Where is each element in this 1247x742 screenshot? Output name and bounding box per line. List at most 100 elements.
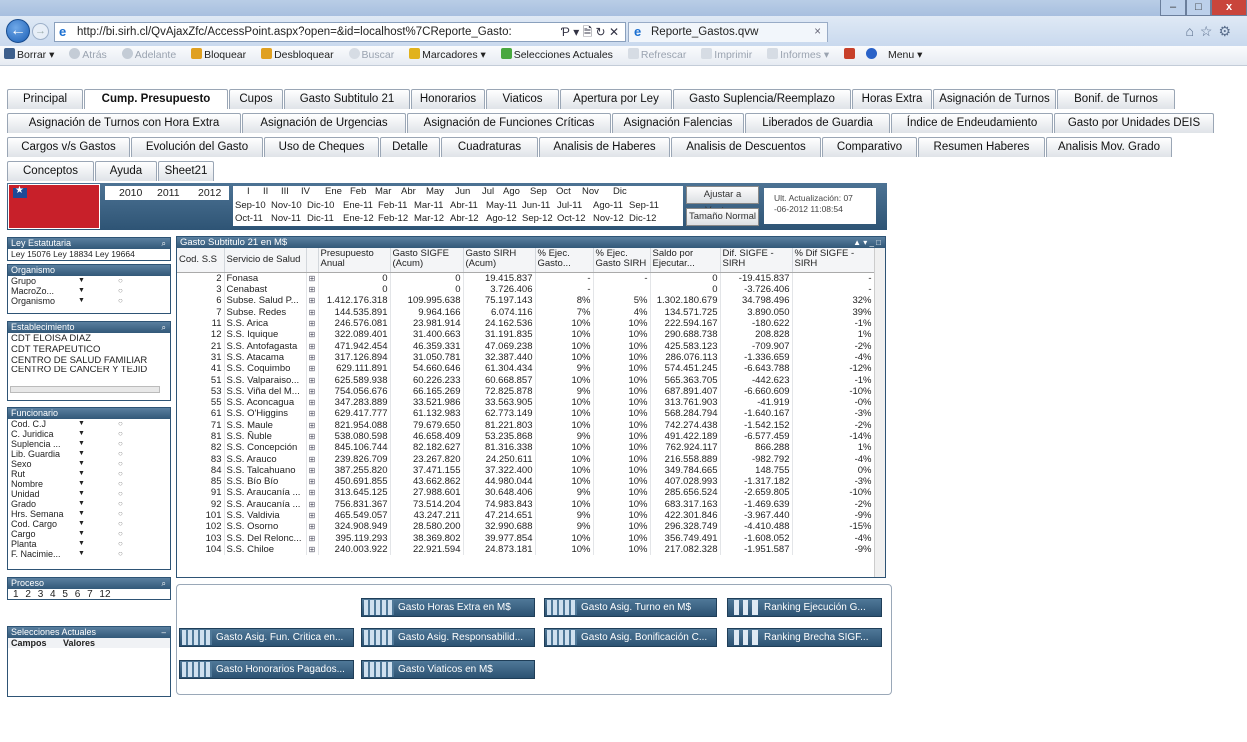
table-cell[interactable]: Subse. Redes	[224, 306, 307, 318]
col-dif[interactable]: Dif. SIGFE - SIRH	[720, 248, 793, 273]
expand-icon[interactable]: ⊞	[306, 329, 319, 341]
expand-icon[interactable]: ⊞	[306, 317, 319, 330]
ranking-brecha-button[interactable]: Ranking Brecha SIGF...	[727, 628, 882, 647]
tab-sheet21[interactable]: Sheet21	[158, 161, 214, 181]
expand-icon[interactable]: ⊞	[306, 476, 319, 488]
table-cell[interactable]: S.S. Iquique	[224, 329, 307, 341]
year-selector[interactable]: 2010 2011 2012	[105, 186, 229, 200]
table-cell[interactable]: S.S. Valdivia	[224, 509, 307, 522]
expand-icon[interactable]: ⊞	[306, 442, 319, 454]
tab-resumen-haberes[interactable]: Resumen Haberes	[918, 137, 1045, 157]
table-row[interactable]: 84 S.S. Talcahuano ⊞ 387.255.820 37.471.155 3…	[177, 464, 875, 477]
borrar-button[interactable]: Borrar ▾	[4, 48, 60, 61]
table-cell[interactable]: S.S. Ñuble	[224, 430, 307, 443]
tab-turnos-hora-extra[interactable]: Asignación de Turnos con Hora Extra	[7, 113, 241, 133]
table-cell[interactable]: S.S. Viña del M...	[224, 385, 307, 397]
tab-analisis-descuentos[interactable]: Analisis de Descuentos	[671, 137, 821, 157]
bloquear-button[interactable]: Bloquear	[191, 48, 252, 61]
atras-button[interactable]: Atrás	[69, 48, 113, 61]
chevron-down-icon[interactable]: ▼	[78, 286, 85, 296]
table-row[interactable]: 7 Subse. Redes ⊞ 144.535.891 9.964.166 6.074.…	[177, 306, 875, 318]
period-sep-12[interactable]: Sep-12	[522, 213, 553, 224]
table-window-icons[interactable]: ▲ ▾ _ □	[853, 237, 881, 248]
tab-cargos-vs-gastos[interactable]: Cargos v/s Gastos	[7, 137, 130, 157]
month-may[interactable]: May	[426, 186, 444, 197]
table-row[interactable]: 81 S.S. Ñuble ⊞ 538.080.598 46.658.409 53.235…	[177, 430, 875, 443]
table-cell[interactable]: S.S. Araucanía ...	[224, 498, 307, 510]
chevron-down-icon[interactable]: ▼	[78, 276, 85, 286]
table-row[interactable]: 103 S.S. Del Relonc... ⊞ 395.119.293 38.369.…	[177, 532, 875, 544]
table-cell[interactable]: S.S. Arauco	[224, 453, 307, 465]
period-dic-11[interactable]: Dic-11	[307, 213, 334, 224]
f-nacimiento-field[interactable]: F. Nacimie... ▼ ○	[8, 549, 170, 559]
table-row[interactable]: 71 S.S. Maule ⊞ 821.954.088 79.679.650 81.221…	[177, 419, 875, 431]
gasto-viaticos-button[interactable]: Gasto Viaticos en M$	[361, 660, 535, 679]
table-row[interactable]: 41 S.S. Coquimbo ⊞ 629.111.891 54.660.646 61.…	[177, 363, 875, 375]
establecimiento-listbox[interactable]: Establecimiento ⌕ CDT ELOISA DIAZ CDT TER…	[7, 321, 171, 401]
expand-icon[interactable]: ⊞	[306, 487, 319, 499]
month-mar[interactable]: Mar	[375, 186, 391, 197]
period-ene-12[interactable]: Ene-12	[343, 213, 374, 224]
gasto-horas-extra-button[interactable]: Gasto Horas Extra en M$	[361, 598, 535, 617]
selecciones-actuales-button[interactable]: Selecciones Actuales	[500, 48, 619, 61]
expand-icon[interactable]: ⊞	[306, 543, 319, 556]
period-ago-12[interactable]: Ago-12	[486, 213, 517, 224]
period-jul-11[interactable]: Jul-11	[557, 200, 582, 211]
period-mar-11[interactable]: Mar-11	[414, 200, 443, 211]
marcadores-button[interactable]: Marcadores ▾	[409, 48, 492, 61]
period-feb-12[interactable]: Feb-12	[378, 213, 408, 224]
period-sep-11[interactable]: Sep-11	[629, 200, 659, 211]
chevron-down-icon[interactable]: ▼	[78, 549, 85, 559]
proceso-4[interactable]: 4	[50, 589, 56, 600]
search-icon[interactable]: ⌕	[162, 238, 166, 249]
minimize-icon[interactable]: –	[162, 627, 166, 638]
gasto-asig-turno-button[interactable]: Gasto Asig. Turno en M$	[544, 598, 717, 617]
nombre-field[interactable]: Nombre ▼ ○	[8, 479, 170, 489]
chevron-down-icon[interactable]: ▼	[78, 419, 85, 429]
chevron-down-icon[interactable]: ▼	[78, 469, 85, 479]
chevron-down-icon[interactable]: ▼	[78, 539, 85, 549]
table-cell[interactable]: S.S. Concepción	[224, 442, 307, 454]
suplencia-field[interactable]: Suplencia ... ▼ ○	[8, 439, 170, 449]
table-row[interactable]: 101 S.S. Valdivia ⊞ 465.549.057 43.247.211 47…	[177, 509, 875, 522]
expand-icon[interactable]: ⊞	[306, 385, 319, 397]
expand-icon[interactable]: ⊞	[306, 284, 319, 296]
year-2011[interactable]: 2011	[157, 186, 180, 200]
month-oct[interactable]: Oct	[556, 186, 571, 197]
tab-uso-cheques[interactable]: Uso de Cheques	[264, 137, 379, 157]
proceso-6[interactable]: 6	[75, 589, 81, 600]
list-item[interactable]: CDT TERAPEUTICO	[8, 344, 170, 355]
chevron-down-icon[interactable]: ▼	[78, 449, 85, 459]
search-icon[interactable]: ⌕	[162, 578, 166, 589]
grado-field[interactable]: Grado ▼ ○	[8, 499, 170, 509]
ranking-ejecucion-button[interactable]: Ranking Ejecución G...	[727, 598, 882, 617]
proceso-12[interactable]: 12	[99, 589, 110, 600]
tab-cump-presupuesto[interactable]: Cump. Presupuesto	[84, 89, 228, 109]
chevron-down-icon[interactable]: ▼	[78, 509, 85, 519]
month-jun[interactable]: Jun	[455, 186, 470, 197]
cod-cargo-field[interactable]: Cod. Cargo ▼ ○	[8, 519, 170, 529]
horizontal-scrollbar[interactable]	[10, 386, 160, 393]
lib-guardia-field[interactable]: Lib. Guardia ▼ ○	[8, 449, 170, 459]
tab-funciones-criticas[interactable]: Asignación de Funciones Críticas	[407, 113, 611, 133]
col-saldo[interactable]: Saldo por Ejecutar...	[650, 248, 721, 273]
planta-field[interactable]: Planta ▼ ○	[8, 539, 170, 549]
table-row[interactable]: 53 S.S. Viña del M... ⊞ 754.056.676 66.165.2…	[177, 385, 875, 397]
col-servicio[interactable]: Servicio de Salud	[224, 248, 307, 273]
desbloquear-button[interactable]: Desbloquear	[261, 48, 340, 61]
tab-honorarios[interactable]: Honorarios	[411, 89, 485, 109]
table-row[interactable]: 3 Cenabast ⊞ 0 0 3.726.406-0 -3.726.406-	[177, 284, 875, 296]
table-cell[interactable]: S.S. Osorno	[224, 521, 307, 533]
proceso-5[interactable]: 5	[62, 589, 68, 600]
expand-icon[interactable]: ⊞	[306, 340, 319, 352]
table-row[interactable]: 31 S.S. Atacama ⊞ 317.126.894 31.050.781 32.3…	[177, 351, 875, 364]
chevron-down-icon[interactable]: ▼	[78, 296, 85, 306]
table-cell[interactable]: Subse. Salud P...	[224, 295, 307, 307]
help-icon[interactable]	[866, 48, 879, 61]
tab-cuadraturas[interactable]: Cuadraturas	[441, 137, 538, 157]
tab-analisis-mov-grado[interactable]: Analisis Mov. Grado	[1046, 137, 1172, 157]
period-dic-10[interactable]: Dic-10	[307, 200, 334, 211]
table-row[interactable]: 6 Subse. Salud P... ⊞ 1.412.176.318 109.995.…	[177, 295, 875, 307]
table-cell[interactable]: S.S. Atacama	[224, 351, 307, 364]
back-arrow-icon[interactable]: ←	[6, 19, 30, 43]
